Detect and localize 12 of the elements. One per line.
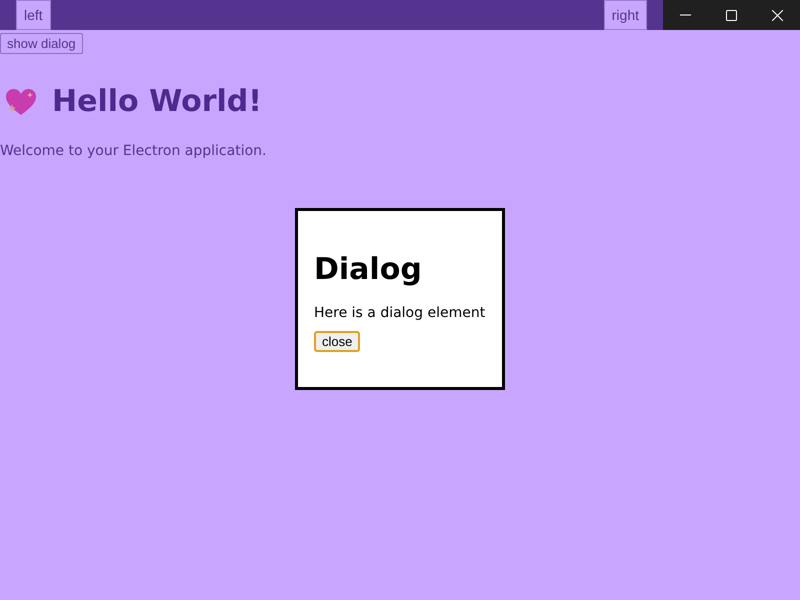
dialog-close-button[interactable]: close <box>314 331 360 352</box>
left-button[interactable]: left <box>16 0 51 30</box>
welcome-text: Welcome to your Electron application. <box>0 143 268 159</box>
sparkling-heart-icon <box>4 86 38 116</box>
page-heading: Hello World! <box>52 84 262 119</box>
maximize-icon <box>726 10 737 20</box>
dialog-title: Dialog <box>314 255 423 285</box>
right-button[interactable]: right <box>604 0 647 30</box>
close-icon <box>772 10 783 20</box>
dialog-text: Here is a dialog element <box>314 305 486 321</box>
minimize-icon <box>680 14 692 16</box>
show-dialog-button[interactable]: show dialog <box>0 33 83 54</box>
